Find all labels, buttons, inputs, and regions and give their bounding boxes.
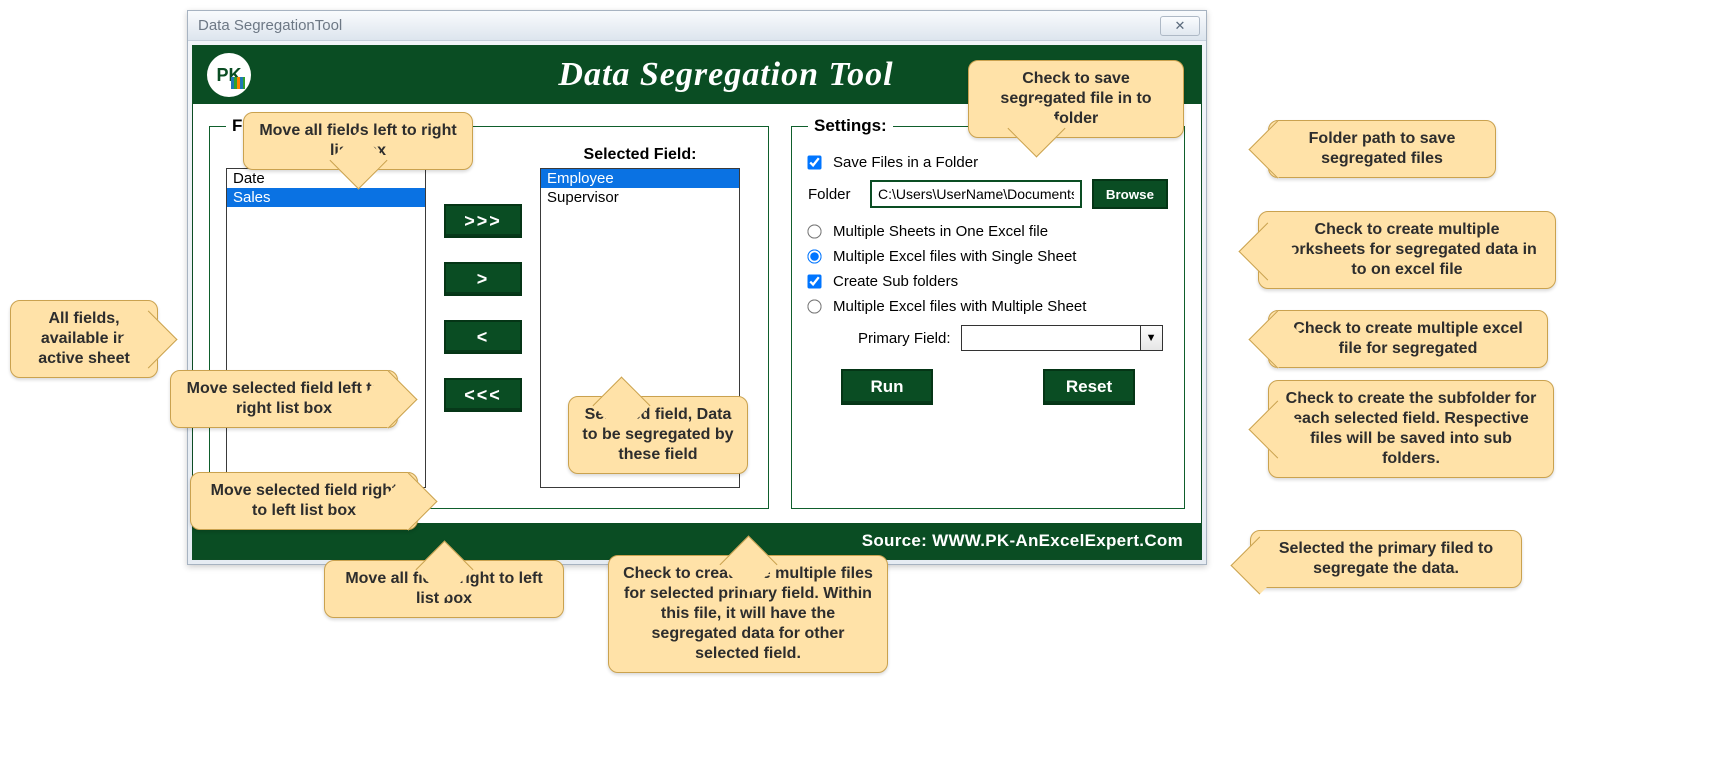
callout-primary-field: Selected the primary filed to segregate …: [1250, 530, 1522, 588]
settings-group: Settings: Save Files in a Folder Folder …: [791, 116, 1185, 509]
create-subfolders-row: Create Sub folders: [808, 273, 1168, 290]
callout-multi-sheets-one-file: Check to create multiple worksheets for …: [1258, 211, 1556, 289]
folder-label: Folder: [808, 186, 860, 203]
opt-multi-files-single-sheet-label[interactable]: Multiple Excel files with Single Sheet: [833, 248, 1076, 265]
primary-field-input[interactable]: [961, 325, 1141, 351]
reset-button[interactable]: Reset: [1043, 369, 1135, 405]
list-item[interactable]: Sales: [227, 188, 425, 207]
folder-row: Folder Browse: [808, 179, 1168, 209]
folder-path-input[interactable]: [870, 180, 1082, 208]
primary-field-combo[interactable]: ▼: [961, 325, 1163, 351]
window-title: Data SegregationTool: [198, 17, 1160, 34]
action-buttons-row: Run Reset: [808, 369, 1168, 405]
create-subfolders-label[interactable]: Create Sub folders: [833, 273, 958, 290]
list-item[interactable]: Employee: [541, 169, 739, 188]
primary-field-label: Primary Field:: [858, 330, 951, 347]
callout-move-all-left-to-right: Move all fields left to right list box: [243, 112, 473, 170]
list-item[interactable]: Date: [227, 169, 425, 188]
logo-letters: PK: [216, 65, 241, 86]
move-all-right-button[interactable]: >>>: [444, 204, 522, 238]
chevron-down-icon: ▼: [1146, 332, 1157, 344]
create-subfolders-checkbox[interactable]: [807, 274, 821, 288]
move-all-left-button[interactable]: <<<: [444, 378, 522, 412]
move-one-left-button[interactable]: <: [444, 320, 522, 354]
callout-selected-field: Selected field, Data to be segregated by…: [568, 396, 748, 474]
selected-fields-label: Selected Field:: [540, 146, 740, 164]
callout-move-all-right-to-left: Move all fields right to left list box: [324, 560, 564, 618]
opt-multi-files-single-sheet-radio[interactable]: [807, 249, 821, 263]
close-button[interactable]: ✕: [1160, 16, 1200, 36]
arrow-buttons-column: >>> > < <<<: [440, 146, 526, 412]
all-fields-column: All Fields: DateSales: [226, 146, 426, 488]
primary-field-row: Primary Field: ▼: [858, 325, 1168, 351]
browse-button[interactable]: Browse: [1092, 179, 1168, 209]
callout-save-to-folder: Check to save segregated file in to fold…: [968, 60, 1184, 138]
callout-folder-path: Folder path to save segregated files: [1268, 120, 1496, 178]
opt-multi-files-multi-sheet-label[interactable]: Multiple Excel files with Multiple Sheet: [833, 298, 1086, 315]
move-one-right-button[interactable]: >: [444, 262, 522, 296]
primary-field-dropdown-button[interactable]: ▼: [1141, 325, 1163, 351]
opt-multi-sheets-one-file-label[interactable]: Multiple Sheets in One Excel file: [833, 223, 1048, 240]
opt-multifiles-single-row: Multiple Excel files with Single Sheet: [808, 248, 1168, 265]
settings-legend: Settings:: [808, 116, 893, 136]
list-item[interactable]: Supervisor: [541, 188, 739, 207]
callout-multi-files-primary: Check to create the multiple files for s…: [608, 555, 888, 673]
save-in-folder-label[interactable]: Save Files in a Folder: [833, 154, 978, 171]
callout-multi-excel-single: Check to create multiple excel file for …: [1268, 310, 1548, 368]
run-button[interactable]: Run: [841, 369, 933, 405]
callout-move-right-to-left-single: Move selected field right to left list b…: [190, 472, 418, 530]
opt-multifiles-multi-row: Multiple Excel files with Multiple Sheet: [808, 298, 1168, 315]
opt-multi-sheets-one-file-radio[interactable]: [807, 224, 821, 238]
callout-subfolder: Check to create the subfolder for each s…: [1268, 380, 1554, 478]
opt-multi-files-multi-sheet-radio[interactable]: [807, 299, 821, 313]
callout-all-fields: All fields, available in active sheet: [10, 300, 158, 378]
logo-icon: PK: [207, 53, 251, 97]
close-icon: ✕: [1175, 18, 1186, 34]
callout-move-left-to-right-single: Move selected field left to right list b…: [170, 370, 398, 428]
save-in-folder-row: Save Files in a Folder: [808, 154, 1168, 171]
titlebar: Data SegregationTool ✕: [188, 11, 1206, 41]
save-in-folder-checkbox[interactable]: [807, 155, 821, 169]
opt-multisheets-row: Multiple Sheets in One Excel file: [808, 223, 1168, 240]
footer-text: Source: WWW.PK-AnExcelExpert.Com: [862, 531, 1183, 550]
all-fields-listbox[interactable]: DateSales: [226, 168, 426, 488]
